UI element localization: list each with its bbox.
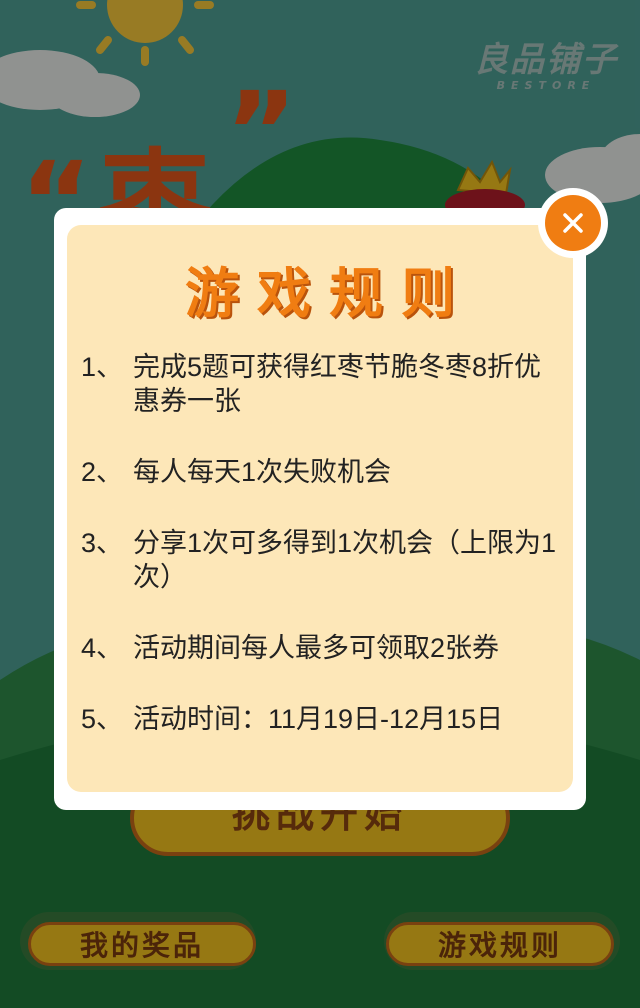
rules-modal: 游戏规则 1、 完成5题可获得红枣节脆冬枣8折优惠券一张 2、 每人每天1次失败… <box>54 208 586 810</box>
rule-text: 活动时间：11月19日-12月15日 <box>133 704 504 734</box>
modal-title: 游戏规则 <box>185 262 473 325</box>
rule-text: 完成5题可获得红枣节脆冬枣8折优惠券一张 <box>133 352 542 416</box>
rule-item: 2、 每人每天1次失败机会 <box>81 455 559 489</box>
rule-item: 5、 活动时间：11月19日-12月15日 <box>81 702 559 736</box>
rules-list: 1、 完成5题可获得红枣节脆冬枣8折优惠券一张 2、 每人每天1次失败机会 3、… <box>67 350 573 736</box>
rule-number: 1、 <box>81 352 124 382</box>
rule-text: 每人每天1次失败机会 <box>133 457 392 487</box>
rule-number: 5、 <box>81 704 124 734</box>
rule-text: 活动期间每人最多可领取2张券 <box>133 633 500 663</box>
rules-panel: 游戏规则 1、 完成5题可获得红枣节脆冬枣8折优惠券一张 2、 每人每天1次失败… <box>67 225 573 792</box>
rule-number: 4、 <box>81 633 124 663</box>
rule-number: 2、 <box>81 457 124 487</box>
rule-item: 1、 完成5题可获得红枣节脆冬枣8折优惠券一张 <box>81 350 559 418</box>
rule-item: 4、 活动期间每人最多可领取2张券 <box>81 631 559 665</box>
close-icon <box>545 195 601 251</box>
close-button[interactable] <box>538 188 608 258</box>
rule-text: 分享1次可多得到1次机会（上限为1次） <box>133 528 557 592</box>
rule-item: 3、 分享1次可多得到1次机会（上限为1次） <box>81 526 559 594</box>
rule-number: 3、 <box>81 528 124 558</box>
